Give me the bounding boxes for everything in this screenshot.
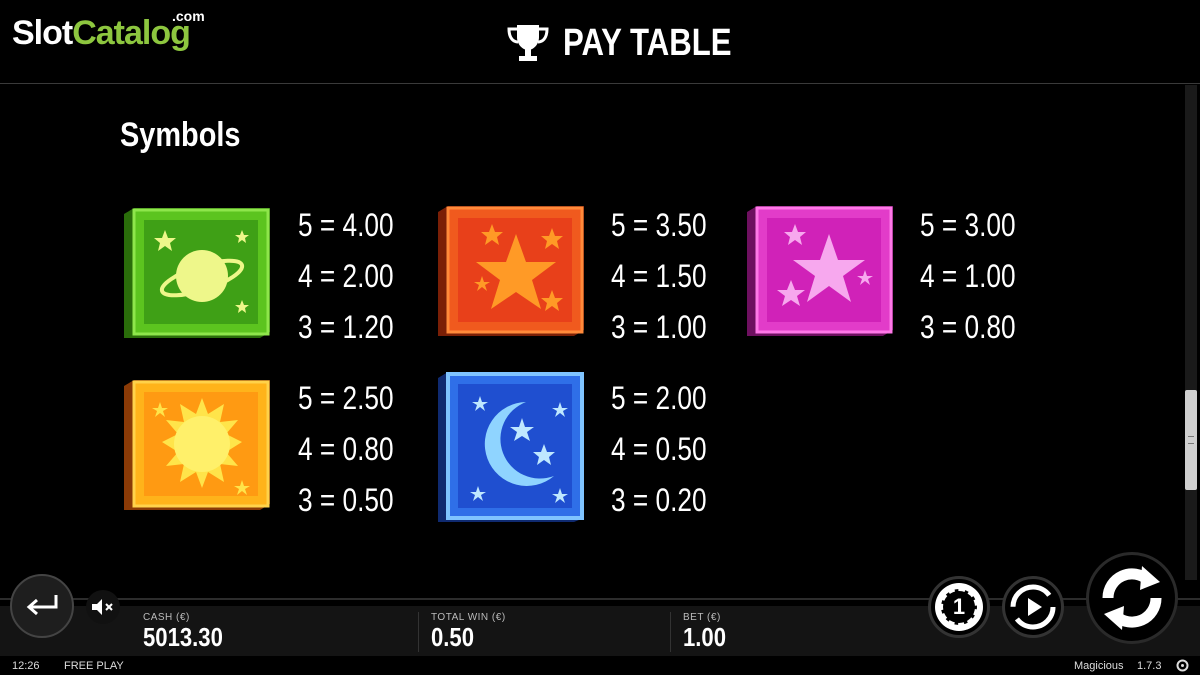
section-title: Symbols [120, 116, 241, 154]
status-bar: 12:26 FREE PLAY Magicious 1.7.3 [0, 656, 1200, 675]
planet-icon [124, 208, 270, 338]
bet-coin-button[interactable]: 1 [928, 576, 990, 638]
stat-divider [418, 612, 419, 652]
bet-display: BET (€) 1.00 [683, 612, 727, 652]
game-version: 1.7.3 [1137, 660, 1162, 672]
watermark-logo: SlotCatalog .com [12, 8, 205, 52]
return-arrow-icon [26, 595, 58, 616]
speaker-muted-icon [92, 599, 113, 615]
spin-button[interactable] [1086, 552, 1178, 644]
scrollbar-grip [1188, 436, 1194, 444]
symbol-star-orange [434, 206, 584, 336]
stars-icon [747, 206, 893, 336]
cash-display: CASH (€) 5013.30 [143, 612, 223, 652]
symbol-moon [434, 372, 584, 522]
play-mode: FREE PLAY [64, 660, 124, 672]
mute-button[interactable] [86, 590, 120, 624]
total-win-display: TOTAL WIN (€) 0.50 [431, 612, 506, 652]
page-title-group: PAY TABLE [505, 22, 769, 65]
payouts-stars-pink: 5 = 3.00 4 = 1.00 3 = 0.80 [920, 207, 1016, 345]
trophy-icon [507, 24, 549, 61]
coin-value: 1 [941, 589, 977, 625]
autoplay-icon [1010, 584, 1056, 630]
moon-icon [438, 372, 584, 522]
symbol-sun [120, 380, 270, 510]
star-icon [438, 206, 584, 336]
stat-divider [670, 612, 671, 652]
symbol-stars-pink [743, 206, 893, 336]
settings-icon[interactable] [1176, 659, 1189, 672]
back-button[interactable] [10, 574, 74, 638]
spin-icon [1102, 566, 1162, 630]
payouts-sun: 5 = 2.50 4 = 0.80 3 = 0.50 [298, 380, 394, 518]
header: SlotCatalog .com PAY TABLE [0, 0, 1200, 84]
clock: 12:26 [12, 660, 40, 672]
sun-icon [124, 380, 270, 510]
page-title: PAY TABLE [563, 22, 732, 64]
payouts-star-orange: 5 = 3.50 4 = 1.50 3 = 1.00 [611, 207, 707, 345]
game-name: Magicious [1074, 660, 1124, 672]
symbol-planet [120, 208, 270, 338]
autoplay-button[interactable] [1002, 576, 1064, 638]
coin-icon: 1 [935, 583, 983, 631]
payouts-moon: 5 = 2.00 4 = 0.50 3 = 0.20 [611, 380, 707, 518]
scrollbar-track[interactable] [1185, 85, 1197, 580]
payouts-planet: 5 = 4.00 4 = 2.00 3 = 1.20 [298, 207, 394, 345]
